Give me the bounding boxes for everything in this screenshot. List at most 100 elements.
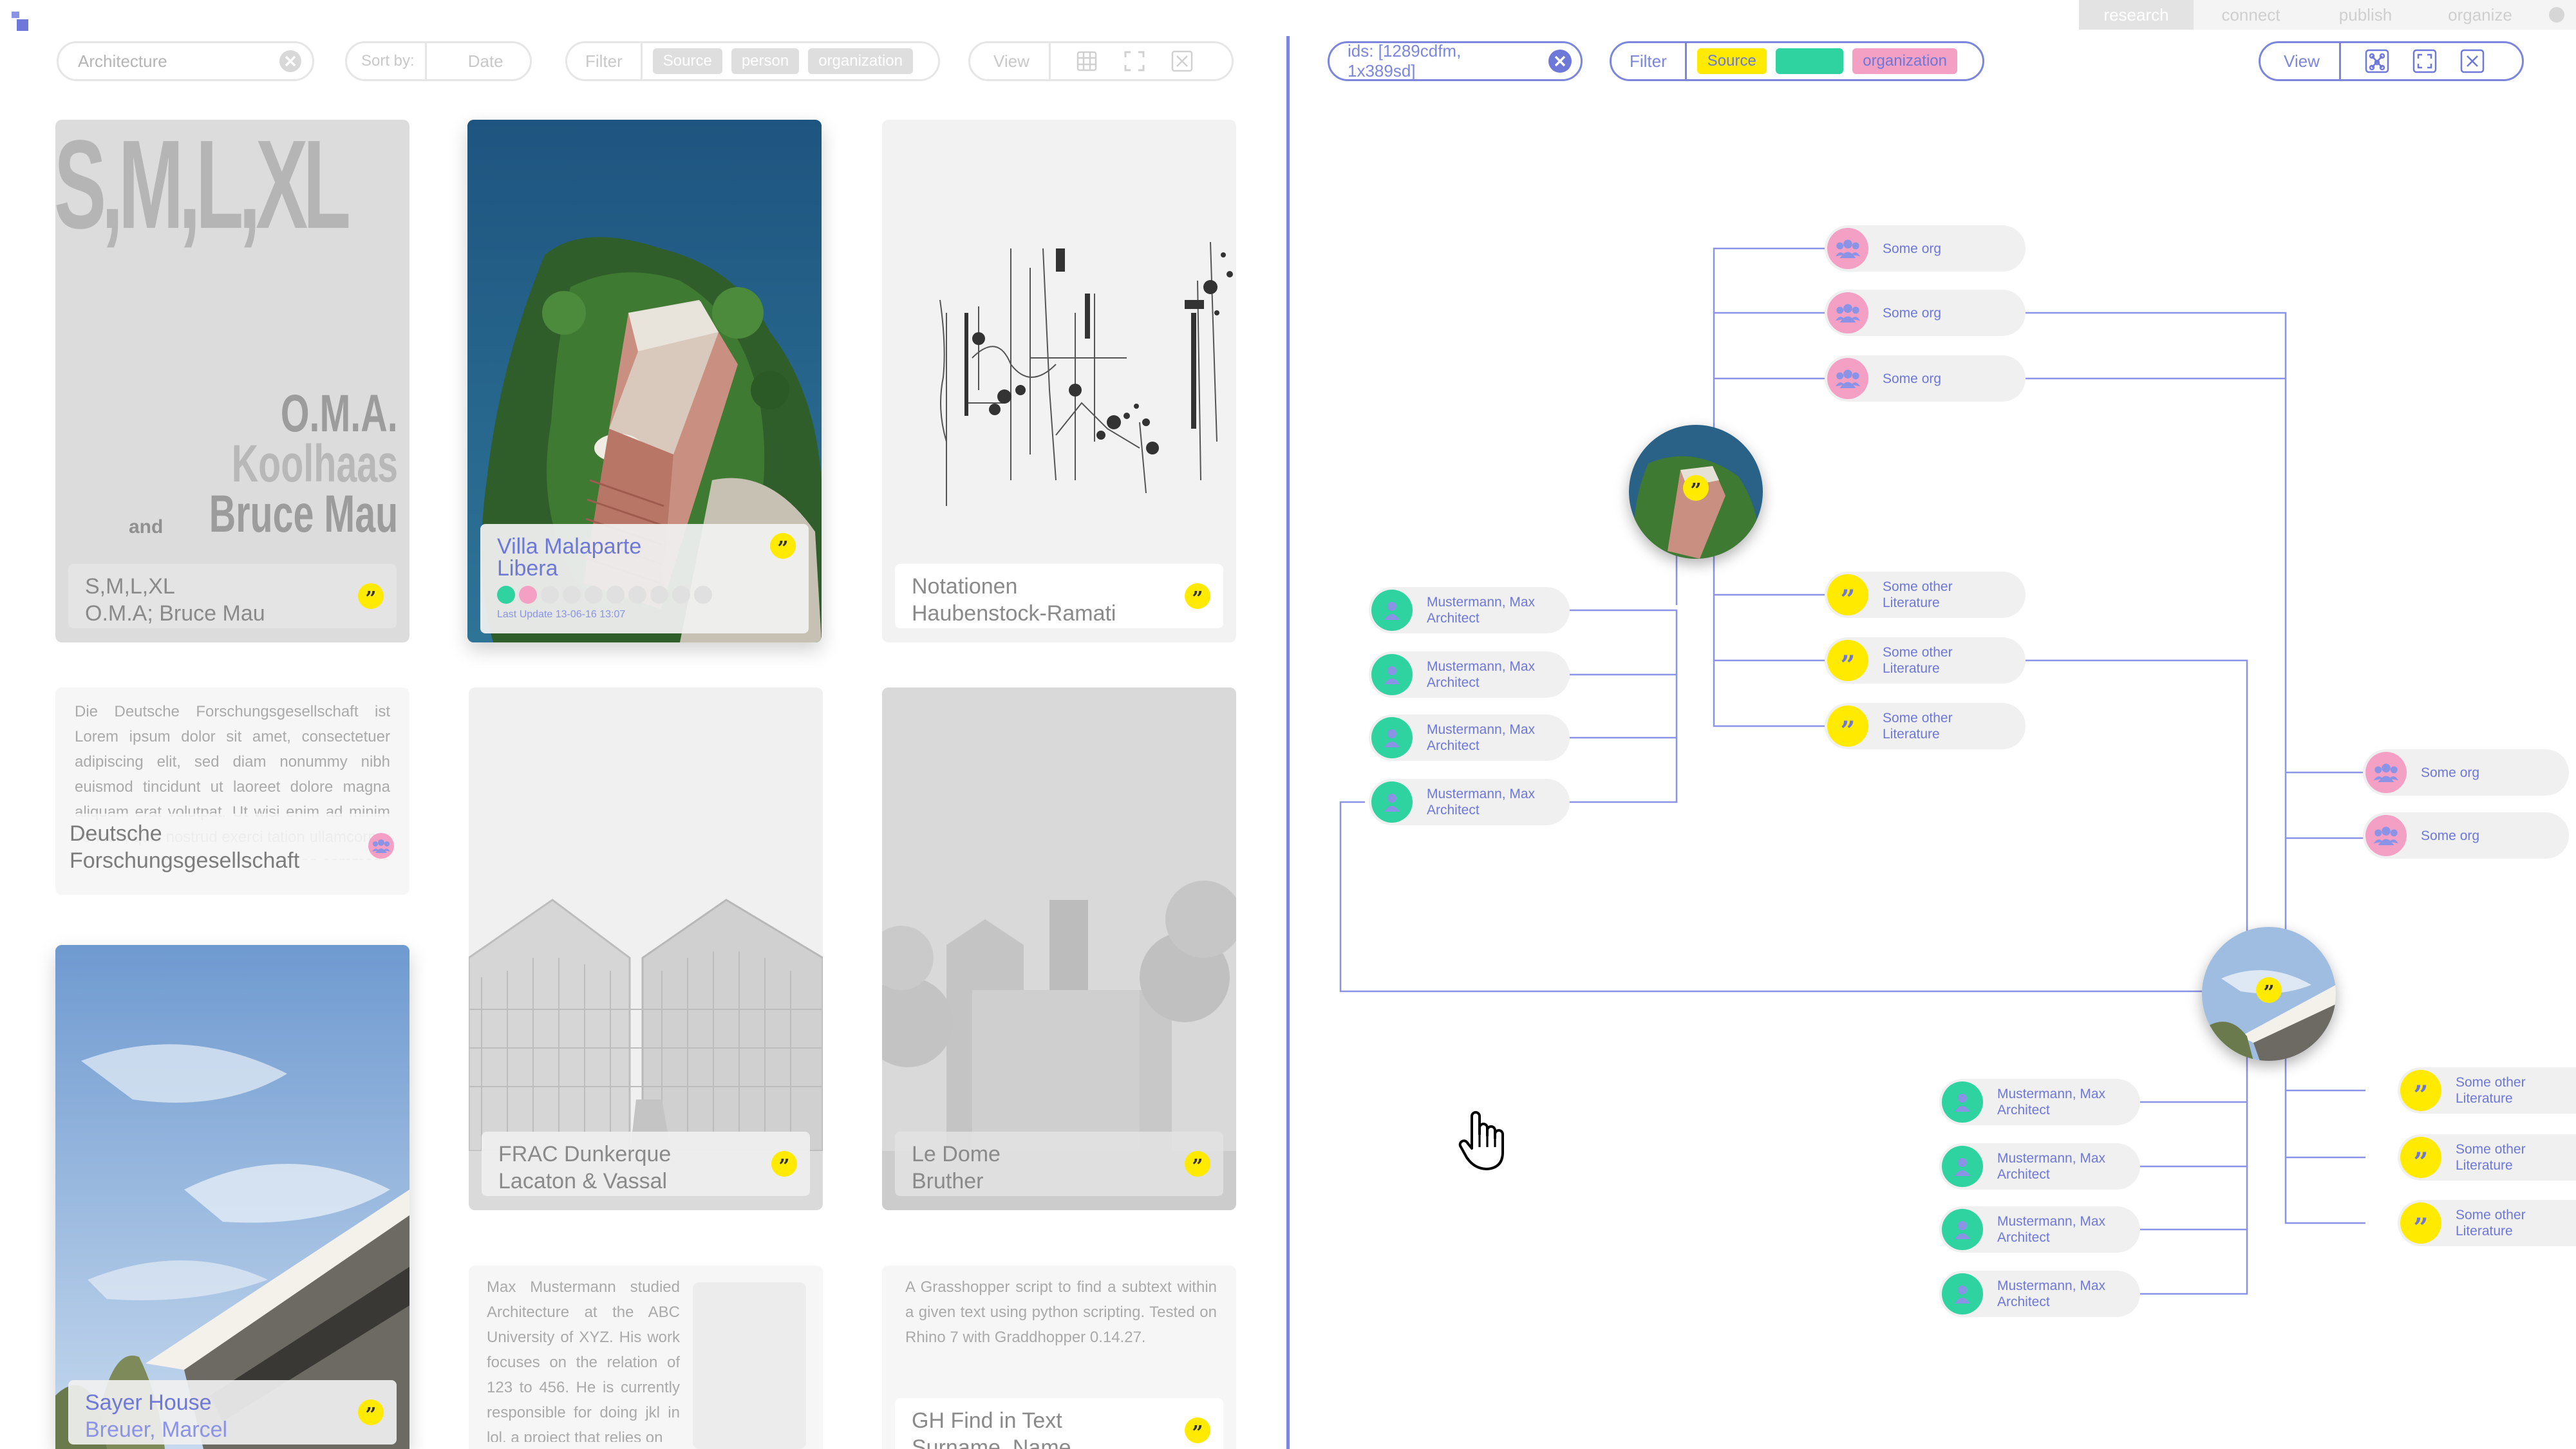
fullscreen-icon[interactable] (2408, 44, 2441, 78)
graph-filter-control[interactable]: Filter Source person organization (1610, 41, 1984, 81)
node-label-line2: Literature (1883, 595, 1940, 610)
sml-cover-and: and (129, 516, 164, 538)
node-label: Some org (1883, 371, 1942, 386)
search-input[interactable]: Architecture (78, 51, 259, 71)
graph-node-literature[interactable]: ” Some other Literature (2398, 1067, 2576, 1114)
card-title: Sayer House (85, 1390, 212, 1415)
card-gh-find-in-text[interactable]: A Grasshopper script to find a subtext w… (882, 1266, 1236, 1449)
graph-node-person[interactable]: Mustermann, Max Architect (1369, 651, 1570, 698)
graph-hub-sayer-house[interactable]: ” (2202, 927, 2336, 1061)
card-le-dome[interactable]: Le Dome Bruther ” (882, 687, 1236, 1210)
filter-tag-person[interactable]: person (731, 48, 800, 74)
hand-cursor-icon (1456, 1108, 1510, 1173)
network-view-icon[interactable] (2360, 44, 2394, 78)
filter-tag-source[interactable]: Source (652, 48, 722, 74)
sort-control[interactable]: Sort by: Date (345, 41, 532, 81)
empty-dot (541, 586, 559, 604)
graph-hub-villa-malaparte[interactable]: ” (1629, 425, 1763, 559)
sml-cover-big: S,M,L,XL (55, 120, 351, 255)
card-villa-malaparte[interactable]: Villa Malaparte Libera Last Update 13-06… (467, 120, 822, 642)
node-label: Mustermann, Max Architect (1983, 1213, 2105, 1246)
node-label: Some other Literature (2441, 1207, 2526, 1239)
card-sayer-house[interactable]: Sayer House Breuer, Marcel ” (55, 945, 409, 1449)
literature-quote-icon: ” (2400, 1202, 2441, 1244)
graph-node-person[interactable]: Mustermann, Max Architect (1939, 1206, 2140, 1253)
filter-tag-source[interactable]: Source (1697, 48, 1767, 74)
view-label: View (2284, 51, 2320, 71)
graph-node-person[interactable]: Mustermann, Max Architect (1369, 715, 1570, 761)
clear-search-icon[interactable] (274, 44, 307, 78)
card-subtitle: Bruther (912, 1169, 984, 1193)
ids-field[interactable]: ids: [1289cdfm, 1x389sd] (1328, 41, 1583, 81)
filter-tag-organization[interactable]: organization (808, 48, 913, 74)
graph-node-organization[interactable]: Some org (1825, 225, 2026, 272)
graph-node-person[interactable]: Mustermann, Max Architect (1939, 1271, 2140, 1317)
node-label-line2: Literature (2456, 1224, 2513, 1239)
card-subtitle: Forschungsgesellschaft (70, 848, 300, 873)
notation-drawing (939, 241, 1233, 506)
close-view-icon[interactable] (2456, 44, 2489, 78)
graph-node-literature[interactable]: ” Some other Literature (1825, 572, 2026, 618)
graph-node-literature[interactable]: ” Some other Literature (1825, 637, 2026, 684)
card-subtitle: Breuer, Marcel (85, 1417, 228, 1442)
card-caption: S,M,L,XL O.M.A; Bruce Mau ” (68, 564, 397, 628)
nav-tab-publish[interactable]: publish (2308, 0, 2423, 30)
close-view-icon[interactable] (1165, 44, 1199, 78)
card-dfg[interactable]: Die Deutsche Forschungsgesellschaft ist … (55, 687, 409, 895)
node-label-line2: Architect (1997, 1103, 2050, 1117)
fullscreen-icon[interactable] (1118, 44, 1151, 78)
node-label: Some other Literature (2441, 1074, 2526, 1107)
filter-control[interactable]: Filter Source person organization (565, 41, 940, 81)
nav-tab-organize[interactable]: organize (2423, 0, 2537, 30)
nav-tab-research[interactable]: research (2079, 0, 2194, 30)
app-logo[interactable] (12, 12, 31, 31)
view-label: View (993, 51, 1029, 71)
node-label: Mustermann, Max Architect (1413, 594, 1535, 626)
panel-divider[interactable] (1286, 36, 1290, 1449)
graph-node-literature[interactable]: ” Some other Literature (1825, 703, 2026, 749)
graph-node-person[interactable]: Mustermann, Max Architect (1939, 1143, 2140, 1190)
card-notationen[interactable]: Notationen Haubenstock-Ramati ” (882, 120, 1236, 642)
view-buttons (2338, 43, 2489, 79)
person-icon (1942, 1273, 1983, 1314)
node-label-line2: Architect (1997, 1167, 2050, 1182)
user-menu-button[interactable] (2537, 0, 2576, 30)
person-icon (1371, 781, 1413, 823)
source-quote-icon: ” (358, 583, 384, 609)
node-label-line2: Architect (1427, 738, 1480, 753)
node-label: Some org (2421, 765, 2480, 780)
graph-node-organization[interactable]: Some org (2363, 812, 2569, 859)
graph-node-literature[interactable]: ” Some other Literature (2398, 1200, 2576, 1246)
graph-node-person[interactable]: Mustermann, Max Architect (1369, 779, 1570, 825)
card-frac-dunkerque[interactable]: FRAC Dunkerque Lacaton & Vassal ” (469, 687, 823, 1210)
graph-node-person[interactable]: Mustermann, Max Architect (1369, 587, 1570, 633)
clear-ids-icon[interactable] (1543, 44, 1577, 78)
profile-image-placeholder (693, 1282, 806, 1449)
logo-icon (12, 12, 28, 31)
graph-node-organization[interactable]: Some org (1825, 290, 2026, 336)
sort-label: Sort by: (361, 52, 415, 70)
nav-tab-connect[interactable]: connect (2194, 0, 2308, 30)
filter-tags: Source person organization (1684, 43, 1984, 79)
node-label: Mustermann, Max Architect (1983, 1086, 2105, 1118)
graph-node-literature[interactable]: ” Some other Literature (2398, 1134, 2576, 1181)
card-title: FRAC Dunkerque (498, 1142, 672, 1166)
graph-node-organization[interactable]: Some org (2363, 749, 2569, 796)
graph-node-organization[interactable]: Some org (1825, 355, 2026, 402)
graph-node-person[interactable]: Mustermann, Max Architect (1939, 1079, 2140, 1125)
literature-quote-icon: ” (1827, 574, 1868, 615)
filter-tag-organization[interactable]: organization (1852, 48, 1957, 74)
node-label: Mustermann, Max Architect (1983, 1278, 2105, 1310)
filter-tag-person[interactable]: person (1775, 48, 1844, 74)
search-field[interactable]: Architecture (57, 41, 314, 81)
avatar (2549, 7, 2564, 23)
grid-view-icon[interactable] (1070, 44, 1104, 78)
node-label-line2: Literature (1883, 727, 1940, 742)
sort-value[interactable]: Date (424, 43, 503, 79)
node-label-line1: Some other (1883, 711, 1953, 725)
empty-dot (650, 586, 668, 604)
card-sml[interactable]: S,M,L,XL O.M.A. Koolhaas and Bruce Mau S… (55, 120, 409, 642)
source-quote-icon: ” (1683, 475, 1709, 501)
person-icon (1942, 1209, 1983, 1250)
card-max-mustermann[interactable]: Max Mustermann studied Architecture at t… (469, 1266, 823, 1449)
